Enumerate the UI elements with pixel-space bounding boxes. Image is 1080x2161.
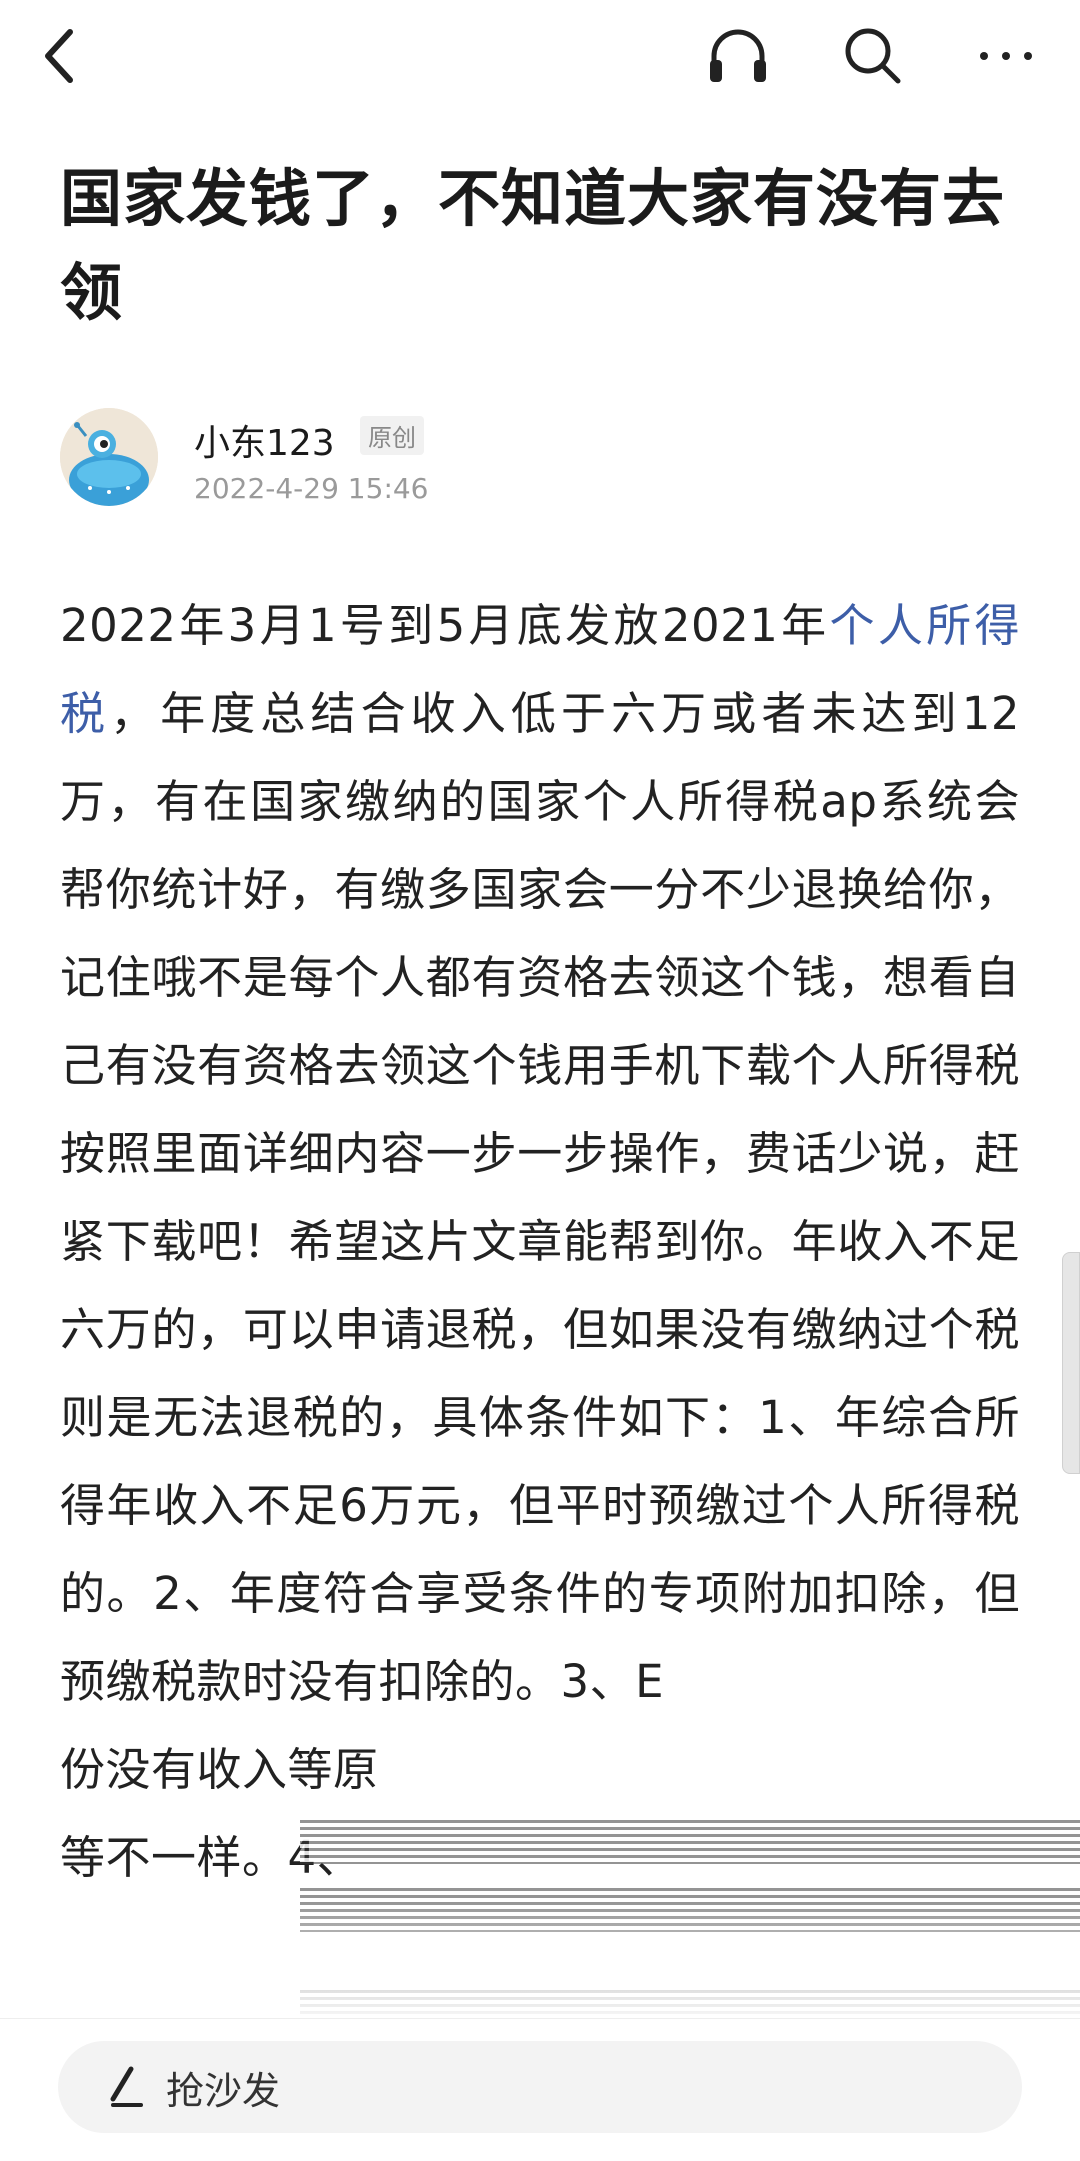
comment-input[interactable]: 抢沙发 <box>58 2041 1022 2133</box>
listen-button[interactable] <box>700 18 776 94</box>
avatar[interactable] <box>60 408 158 506</box>
bottom-bar: 抢沙发 <box>0 2018 1080 2161</box>
comment-placeholder: 抢沙发 <box>166 2068 281 2113</box>
more-icon <box>980 52 1032 60</box>
blur-overlay <box>300 1820 1080 1864</box>
search-button[interactable] <box>835 18 911 94</box>
back-button[interactable] <box>22 18 98 94</box>
author-name[interactable]: 小东123 <box>194 414 335 466</box>
content-text: 份没有收入等原 <box>60 1743 379 1796</box>
article-content: 2022年3月1号到5月底发放2021年个人所得税，年度总结合收入低于六万或者未… <box>60 582 1020 1902</box>
pen-icon <box>98 2062 148 2112</box>
search-icon <box>845 28 901 84</box>
article-body: 2022年3月1号到5月底发放2021年个人所得税，年度总结合收入低于六万或者未… <box>60 582 1020 2012</box>
content-text: ，年度总结合收入低于六万或者未达到12万，有在国家缴纳的国家个人所得税ap系统会… <box>60 687 1020 1708</box>
back-arrow-icon <box>45 29 73 83</box>
scroll-handle[interactable] <box>1062 1252 1080 1474</box>
more-button[interactable] <box>968 18 1044 94</box>
avatar-image-icon <box>60 408 158 506</box>
headphone-icon <box>710 29 766 82</box>
publish-date: 2022-4-29 15:46 <box>194 472 429 505</box>
article-title: 国家发钱了，不知道大家有没有去领 <box>60 162 1006 329</box>
top-bar <box>0 0 1080 110</box>
content-fade <box>0 1900 1080 2020</box>
original-badge: 原创 <box>360 416 424 455</box>
content-text: 2022年3月1号到5月底发放2021年 <box>60 599 830 652</box>
